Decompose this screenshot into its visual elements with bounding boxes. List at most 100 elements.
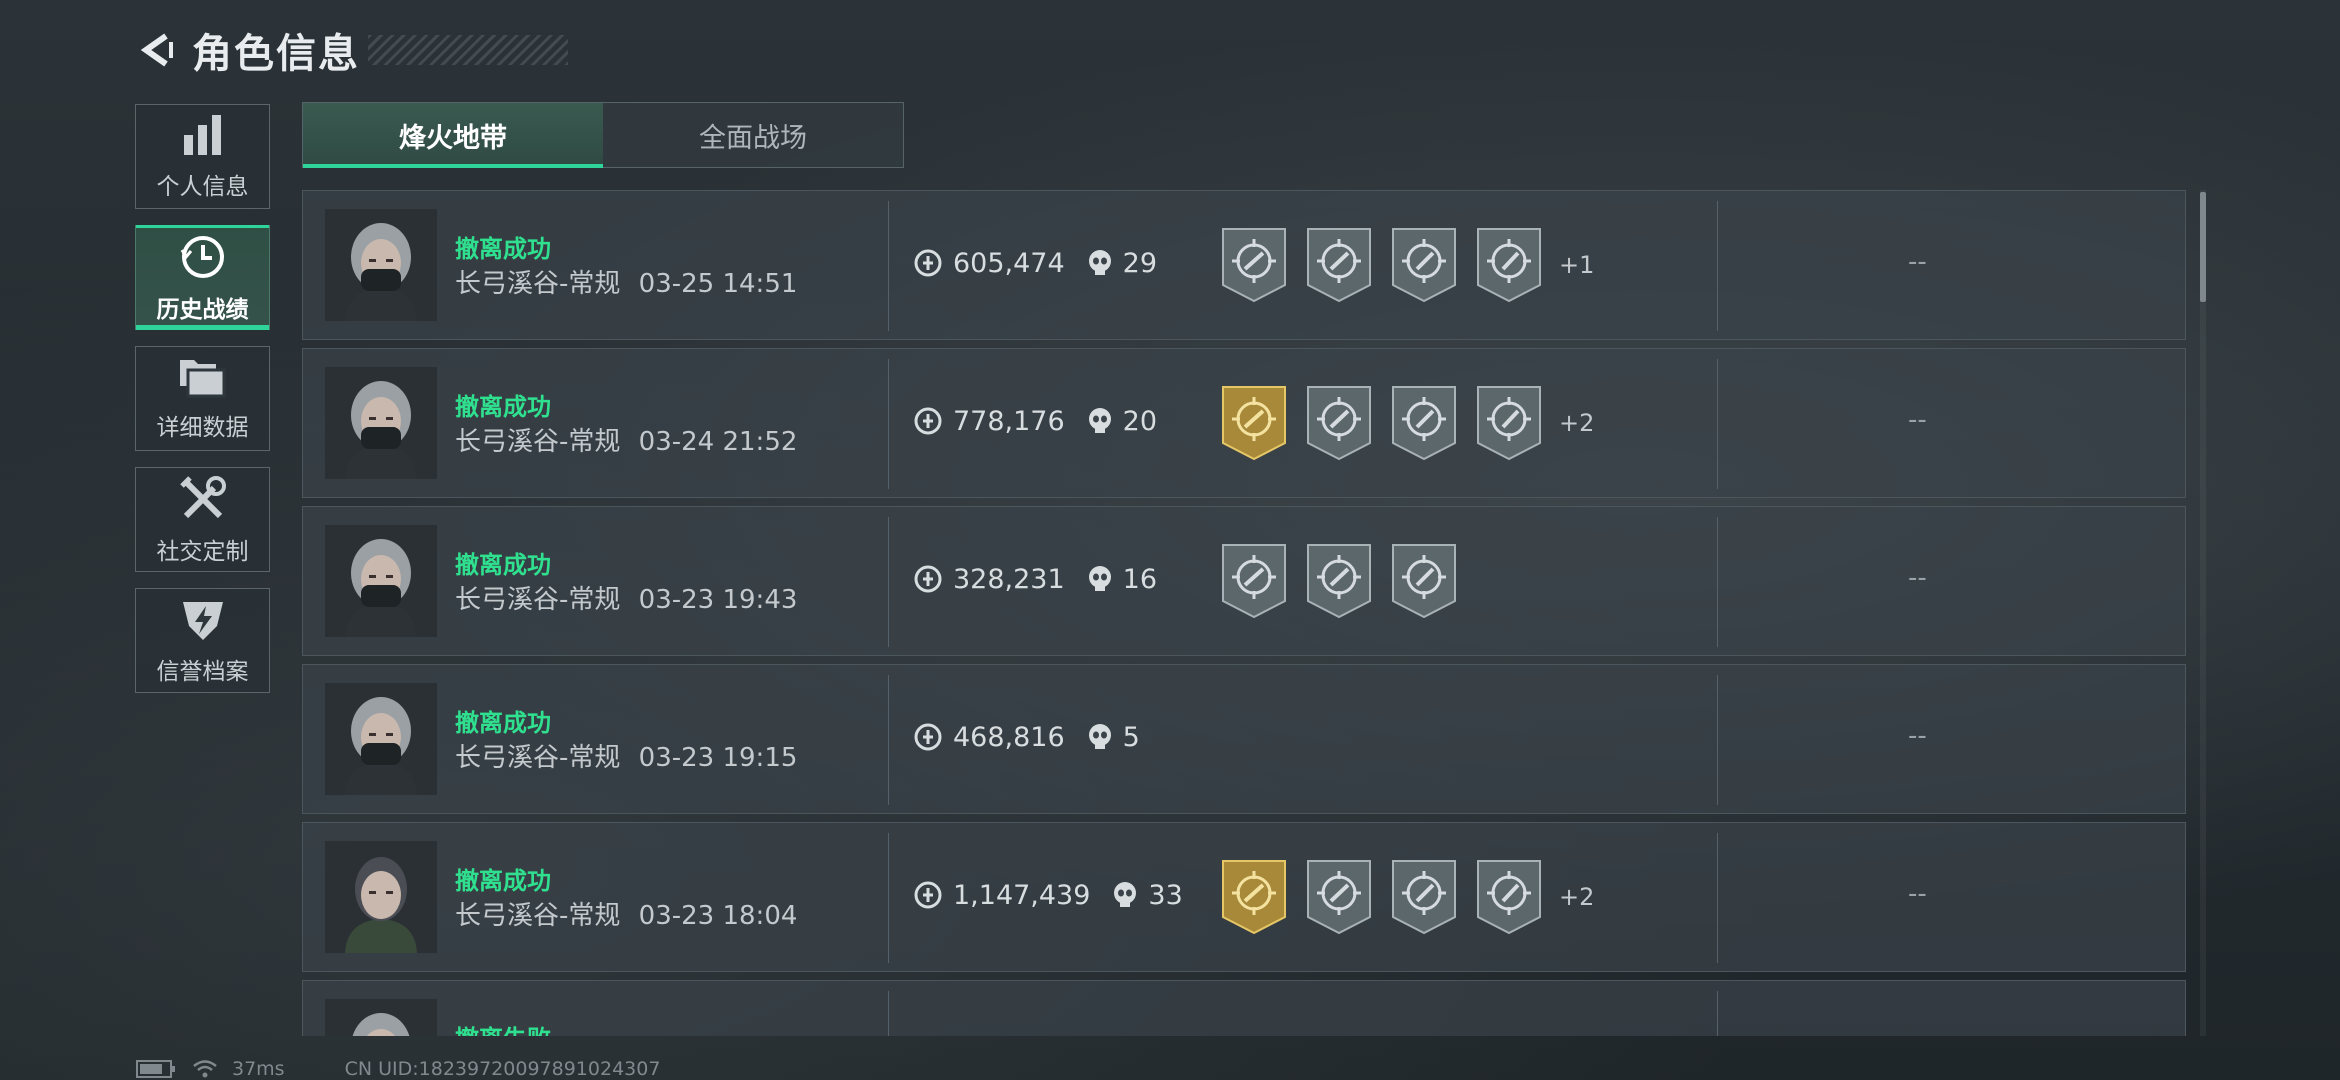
table-row[interactable]: 撤离成功 长弓溪谷-常规 03-25 14:51 605,474 29 +1 -… [302,190,2186,340]
match-time: 03-23 19:43 [638,585,798,615]
extra-info: -- [1908,721,1927,751]
sidebar-item-personal-info[interactable]: 个人信息 [135,104,270,209]
divider [1717,359,1718,489]
match-time: 03-23 19:15 [638,743,798,773]
sidebar-item-match-history[interactable]: 历史战绩 [135,225,270,330]
match-info: 长弓溪谷-常规 03-23 19:15 [455,737,797,774]
achievement-badge-icon[interactable] [1306,385,1372,461]
sidebar-item-reputation[interactable]: 信誉档案 [135,588,270,693]
achievement-badge-icon[interactable] [1391,385,1457,461]
skull-icon [1088,250,1111,275]
achievement-badge-icon[interactable] [1221,227,1287,303]
match-info: 长弓溪谷-常规 03-25 14:51 [455,263,797,300]
extra-info: -- [1908,247,1927,277]
table-row[interactable]: 撤离成功 长弓溪谷-常规 03-23 19:15 468,816 5 -- [302,664,2186,814]
more-badges-count[interactable]: +1 [1559,251,1594,279]
coin-icon [914,407,942,435]
page-header: 角色信息 [136,22,568,78]
badges-group: +2 [1221,859,1594,935]
operator-avatar [325,525,437,637]
achievement-badge-icon[interactable] [1306,543,1372,619]
achievement-badge-icon[interactable] [1391,859,1457,935]
match-history-list[interactable]: 撤离成功 长弓溪谷-常规 03-25 14:51 605,474 29 +1 -… [302,190,2188,1036]
value-amount: 1,147,439 [953,879,1091,911]
table-row[interactable]: 撤离成功 长弓溪谷-常规 03-23 19:43 328,231 16 -- [302,506,2186,656]
kill-count: 29 [1122,247,1158,279]
map-name: 长弓溪谷-常规 [455,585,621,615]
operator-avatar [325,209,437,321]
achievement-badge-icon[interactable] [1306,859,1372,935]
extraction-status: 撤离失败 [455,1019,551,1036]
value-amount: 778,176 [953,405,1065,437]
sidebar-item-label: 社交定制 [156,538,249,565]
value-amount: 468,816 [953,721,1065,753]
scrollbar-track[interactable] [2200,190,2206,1036]
battery-icon [136,1060,175,1078]
achievement-badge-icon[interactable] [1391,227,1457,303]
map-name: 长弓溪谷-常规 [455,743,621,773]
status-footer: 37ms CN UID:18239720097891024307 [136,1058,660,1080]
sidebar-item-detailed-data[interactable]: 详细数据 [135,346,270,451]
coin-icon [914,565,942,593]
achievement-badge-icon[interactable] [1391,543,1457,619]
match-info: 长弓溪谷-常规 03-24 21:52 [455,421,797,458]
match-info: 长弓溪谷-常规 03-23 18:04 [455,895,797,932]
divider [888,833,889,963]
extraction-status: 撤离成功 [455,551,551,579]
badges-group [1221,543,1476,619]
sidebar-item-label: 信誉档案 [156,658,249,685]
value-stat: 468,816 5 [913,717,1140,757]
ping-text: 37ms [232,1058,285,1080]
skull-icon [1088,566,1111,591]
badges-group: +2 [1221,385,1594,461]
sidebar-item-social-customization[interactable]: 社交定制 [135,467,270,572]
back-arrow-icon [140,33,173,67]
kill-count: 16 [1122,563,1158,595]
operator-avatar [325,683,437,795]
skull-icon [1088,408,1111,433]
divider [888,201,889,331]
back-button[interactable] [136,28,180,72]
kills-stat: 33 [1112,880,1183,911]
table-row[interactable]: 撤离成功 长弓溪谷-常规 03-24 21:52 778,176 20 +2 -… [302,348,2186,498]
title-decoration [368,35,568,65]
operator-avatar [325,999,437,1036]
coin-icon [914,249,942,277]
operator-avatar [325,367,437,479]
value-amount: 328,231 [953,563,1065,595]
match-time: 03-23 18:04 [638,901,798,931]
sidebar-item-label: 历史战绩 [156,296,249,323]
more-badges-count[interactable]: +2 [1559,409,1594,437]
wifi-icon [193,1060,217,1078]
achievement-badge-icon[interactable] [1476,227,1542,303]
bar-chart-icon [183,114,221,155]
map-name: 长弓溪谷-常规 [455,269,621,299]
value-stat: 778,176 20 [913,401,1157,441]
scrollbar-thumb[interactable] [2200,192,2206,302]
divider [888,675,889,805]
sidebar: 个人信息 历史战绩 详细数据 社交定制 信誉档案 [135,104,272,709]
sidebar-item-label: 个人信息 [156,173,249,200]
achievement-badge-icon[interactable] [1306,227,1372,303]
tab-hazard-zone[interactable]: 烽火地带 [303,103,603,168]
mode-tabs: 烽火地带 全面战场 [302,102,904,168]
achievement-badge-icon[interactable] [1476,859,1542,935]
clock-history-icon [180,235,224,278]
match-time: 03-25 14:51 [638,269,798,299]
achievement-badge-icon[interactable] [1221,859,1287,935]
achievement-badge-icon[interactable] [1476,385,1542,461]
map-name: 长弓溪谷-常规 [455,427,621,457]
table-row[interactable]: 撤离失败 [302,980,2186,1036]
achievement-badge-icon[interactable] [1221,385,1287,461]
divider [1717,991,1718,1036]
more-badges-count[interactable]: +2 [1559,883,1594,911]
table-row[interactable]: 撤离成功 长弓溪谷-常规 03-23 18:04 1,147,439 33 +2… [302,822,2186,972]
achievement-badge-icon[interactable] [1221,543,1287,619]
shield-bolt-icon [182,601,223,640]
divider [888,517,889,647]
tab-full-battlefield[interactable]: 全面战场 [603,103,903,167]
divider [1717,833,1718,963]
skull-icon [1088,724,1111,749]
extra-info: -- [1908,879,1927,909]
skull-icon [1114,882,1137,907]
